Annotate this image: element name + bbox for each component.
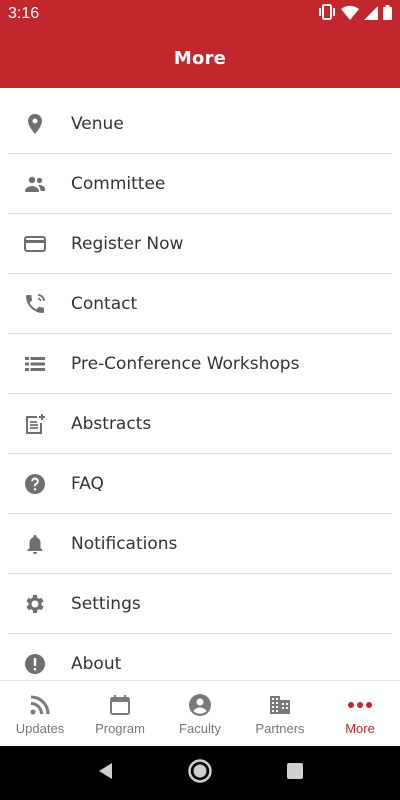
tab-program[interactable]: Program: [80, 681, 160, 746]
menu-item-contact[interactable]: Contact: [8, 274, 392, 334]
home-icon[interactable]: [187, 758, 213, 788]
tab-more[interactable]: More: [320, 681, 400, 746]
menu-item-faq[interactable]: FAQ: [8, 454, 392, 514]
menu-item-abstracts[interactable]: Abstracts: [8, 394, 392, 454]
menu-item-label: Abstracts: [71, 413, 152, 434]
menu-item-committee[interactable]: Committee: [8, 154, 392, 214]
tab-label: Updates: [15, 720, 65, 736]
menu-item-label: Notifications: [71, 533, 178, 554]
system-navigation-bar: [0, 746, 400, 800]
signal-icon: [364, 5, 378, 24]
credit-card-icon: [23, 232, 47, 256]
status-time: 3:16: [8, 5, 40, 22]
help-icon: [23, 472, 47, 496]
menu-item-label: Settings: [71, 593, 141, 614]
account-icon: [187, 692, 213, 718]
more-dots-icon: [347, 692, 373, 718]
menu-item-label: Venue: [71, 113, 124, 134]
tab-label: Program: [95, 720, 145, 736]
rss-icon: [27, 692, 53, 718]
back-icon[interactable]: [96, 761, 114, 785]
tab-partners[interactable]: Partners: [240, 681, 320, 746]
menu-item-label: About: [71, 653, 122, 674]
list-icon: [23, 352, 47, 376]
tab-label: More: [345, 720, 375, 736]
people-icon: [23, 172, 47, 196]
page-title: More: [173, 47, 227, 69]
phone-icon: [23, 292, 47, 316]
building-icon: [267, 692, 293, 718]
menu-item-label: Contact: [71, 293, 138, 314]
tab-faculty[interactable]: Faculty: [160, 681, 240, 746]
menu-item-label: Register Now: [71, 233, 184, 254]
menu-item-label: FAQ: [71, 473, 104, 494]
battery-icon: [383, 4, 392, 24]
menu-item-venue[interactable]: Venue: [8, 94, 392, 154]
tab-label: Faculty: [179, 720, 221, 736]
app-bar: More: [0, 28, 400, 88]
menu-item-settings[interactable]: Settings: [8, 574, 392, 634]
menu-item-notifications[interactable]: Notifications: [8, 514, 392, 574]
bell-icon: [23, 532, 47, 556]
status-icons: [318, 4, 392, 24]
note-add-icon: [23, 412, 47, 436]
bottom-navigation: Updates Program Faculty Partners More: [0, 680, 400, 746]
menu-item-pre-conference-workshops[interactable]: Pre-Conference Workshops: [8, 334, 392, 394]
location-pin-icon: [23, 112, 47, 136]
recents-icon[interactable]: [286, 762, 304, 784]
info-icon: [23, 652, 47, 676]
status-bar: 3:16: [0, 0, 400, 28]
more-menu-list: Venue Committee Register Now Contact Pre…: [0, 94, 400, 680]
gear-icon: [23, 592, 47, 616]
tab-label: Partners: [255, 720, 305, 736]
vibrate-icon: [318, 4, 336, 24]
menu-item-label: Pre-Conference Workshops: [71, 353, 300, 374]
menu-item-label: Committee: [71, 173, 166, 194]
menu-item-register-now[interactable]: Register Now: [8, 214, 392, 274]
wifi-icon: [341, 5, 359, 24]
menu-item-about[interactable]: About: [8, 634, 392, 680]
tab-updates[interactable]: Updates: [0, 681, 80, 746]
calendar-icon: [107, 692, 133, 718]
